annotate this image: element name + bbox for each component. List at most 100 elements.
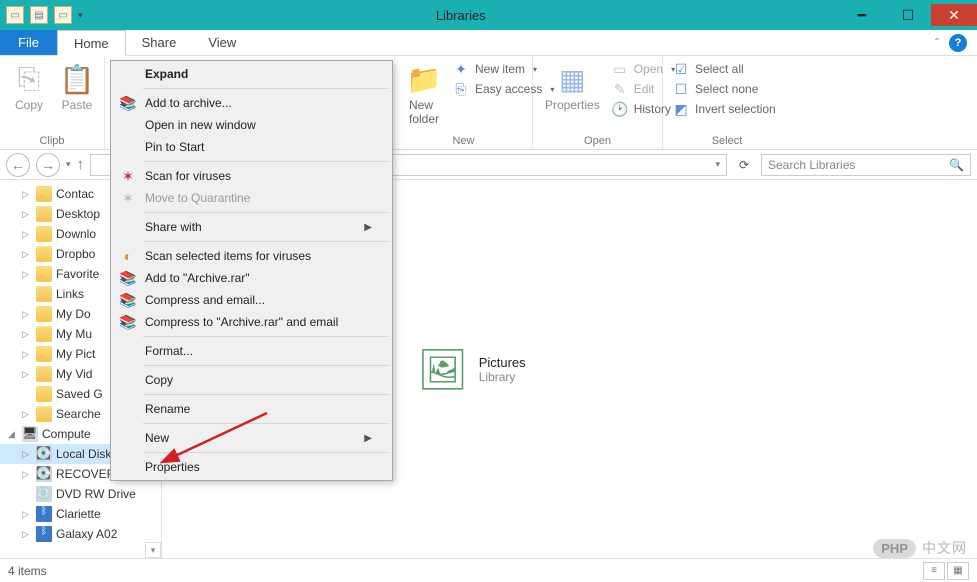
forward-button[interactable]: → xyxy=(36,153,60,177)
archive-icon: 📚 xyxy=(119,94,137,112)
cm-open-new-window[interactable]: Open in new window xyxy=(113,114,390,136)
ribbon-chevron-icon[interactable]: ˆ xyxy=(935,36,939,50)
select-all-button[interactable]: ☑Select all xyxy=(671,60,778,78)
select-none-button[interactable]: ☐Select none xyxy=(671,80,778,98)
invert-icon: ◩ xyxy=(673,101,689,117)
folder-icon xyxy=(36,306,52,322)
cm-expand[interactable]: Expand xyxy=(113,63,390,85)
submenu-arrow-icon: ▶ xyxy=(364,222,372,233)
tree-item-drive[interactable]: ▷ᛒGalaxy A02 xyxy=(0,524,161,544)
menu-bar: File Home Share View ˆ ? xyxy=(0,30,977,56)
ribbon-group-label: New xyxy=(403,133,524,149)
disk-icon: 💽 xyxy=(36,446,52,462)
pictures-icon: 🖼 xyxy=(419,345,467,393)
open-icon: ▭ xyxy=(612,61,628,77)
back-button[interactable]: ← xyxy=(6,153,30,177)
cm-format[interactable]: Format... xyxy=(113,340,390,362)
folder-icon xyxy=(36,246,52,262)
cm-scan-selected[interactable]: ◐Scan selected items for viruses xyxy=(113,245,390,267)
address-dropdown-icon[interactable]: ▾ xyxy=(715,159,720,170)
dvd-icon: 💿 xyxy=(36,486,52,502)
folder-icon xyxy=(36,286,52,302)
quick-access-toolbar: ▭ ▤ ▭ ▾ xyxy=(0,6,83,24)
virus-orange-icon: ◐ xyxy=(119,247,137,265)
copy-button[interactable]: ⎘Copy xyxy=(8,60,50,114)
tree-item-drive[interactable]: 💿DVD RW Drive xyxy=(0,484,161,504)
qat-newfolder-icon[interactable]: ▭ xyxy=(54,6,72,24)
properties-button[interactable]: ▦Properties xyxy=(541,60,604,114)
tab-home[interactable]: Home xyxy=(57,30,126,56)
cm-compress-email[interactable]: 📚Compress and email... xyxy=(113,289,390,311)
folder-icon xyxy=(36,406,52,422)
bluetooth-icon: ᛒ xyxy=(36,506,52,522)
search-icon: 🔍 xyxy=(949,158,964,172)
ribbon-group-new: 📁New folder ✦New item▾ ⎘Easy access▾ New xyxy=(395,56,533,149)
virus-grey-icon: ✶ xyxy=(119,189,137,207)
tab-view[interactable]: View xyxy=(192,30,252,55)
folder-icon xyxy=(36,206,52,222)
cm-quarantine[interactable]: ✶Move to Quarantine xyxy=(113,187,390,209)
folder-icon xyxy=(36,266,52,282)
submenu-arrow-icon: ▶ xyxy=(364,433,372,444)
archive-icon: 📚 xyxy=(119,291,137,309)
folder-icon xyxy=(36,226,52,242)
view-details-button[interactable]: ≡ xyxy=(923,562,945,580)
folder-icon xyxy=(36,346,52,362)
folder-icon xyxy=(36,366,52,382)
cm-compress-rar-email[interactable]: 📚Compress to "Archive.rar" and email xyxy=(113,311,390,333)
ribbon-group-label: Clipb xyxy=(8,133,96,149)
folder-icon xyxy=(36,326,52,342)
watermark: PHP 中文网 xyxy=(873,538,967,558)
refresh-button[interactable]: ⟳ xyxy=(733,154,755,176)
folder-icon xyxy=(36,186,52,202)
select-all-icon: ☑ xyxy=(673,61,689,77)
maximize-button[interactable]: ☐ xyxy=(885,4,931,26)
edit-icon: ✎ xyxy=(612,81,628,97)
disk-icon: 💽 xyxy=(36,466,52,482)
tree-item-drive[interactable]: ▷ᛒClariette xyxy=(0,504,161,524)
cm-scan-virus[interactable]: ✶Scan for viruses xyxy=(113,165,390,187)
virus-red-icon: ✶ xyxy=(119,167,137,185)
folder-icon xyxy=(36,386,52,402)
ribbon-group-label: Open xyxy=(541,133,654,149)
view-icons-button[interactable]: ▦ xyxy=(947,562,969,580)
cm-properties[interactable]: Properties xyxy=(113,456,390,478)
easy-access-icon: ⎘ xyxy=(453,81,469,97)
cm-add-archive[interactable]: 📚Add to archive... xyxy=(113,92,390,114)
qat-props-icon[interactable]: ▤ xyxy=(30,6,48,24)
history-icon: 🕑 xyxy=(612,101,628,117)
up-button[interactable]: ↑ xyxy=(77,156,85,173)
cm-share-with[interactable]: Share with▶ xyxy=(113,216,390,238)
paste-button[interactable]: 📋Paste xyxy=(56,60,98,114)
status-text: 4 items xyxy=(8,564,47,578)
window-title: Libraries xyxy=(83,8,839,23)
status-bar: 4 items ≡ ▦ xyxy=(0,558,977,582)
archive-icon: 📚 xyxy=(119,269,137,287)
cm-pin-start[interactable]: Pin to Start xyxy=(113,136,390,158)
computer-icon: 🖥 xyxy=(22,426,38,442)
scroll-down-icon[interactable]: ▾ xyxy=(145,542,161,558)
archive-icon: 📚 xyxy=(119,313,137,331)
explorer-icon: ▭ xyxy=(6,6,24,24)
cm-copy[interactable]: Copy xyxy=(113,369,390,391)
title-bar: ▭ ▤ ▭ ▾ Libraries ━ ☐ ✕ xyxy=(0,0,977,30)
ribbon-group-select: ☑Select all ☐Select none ◩Invert selecti… xyxy=(663,56,791,149)
cm-add-rar[interactable]: 📚Add to "Archive.rar" xyxy=(113,267,390,289)
context-menu: Expand 📚Add to archive... Open in new wi… xyxy=(110,60,393,481)
library-item-pictures[interactable]: 🖼 PicturesLibrary xyxy=(419,200,526,538)
search-input[interactable]: Search Libraries 🔍 xyxy=(761,154,971,176)
close-button[interactable]: ✕ xyxy=(931,4,977,26)
invert-selection-button[interactable]: ◩Invert selection xyxy=(671,100,778,118)
cm-rename[interactable]: Rename xyxy=(113,398,390,420)
cm-new[interactable]: New▶ xyxy=(113,427,390,449)
help-icon[interactable]: ? xyxy=(949,34,967,52)
recent-dropdown-icon[interactable]: ▾ xyxy=(66,159,71,170)
bluetooth-icon: ᛒ xyxy=(36,526,52,542)
minimize-button[interactable]: ━ xyxy=(839,4,885,26)
ribbon-group-open: ▦Properties ▭Open▾ ✎Edit 🕑History Open xyxy=(533,56,663,149)
tab-share[interactable]: Share xyxy=(126,30,193,55)
file-menu[interactable]: File xyxy=(0,30,57,55)
select-none-icon: ☐ xyxy=(673,81,689,97)
new-folder-button[interactable]: 📁New folder xyxy=(403,60,445,128)
new-item-icon: ✦ xyxy=(453,61,469,77)
